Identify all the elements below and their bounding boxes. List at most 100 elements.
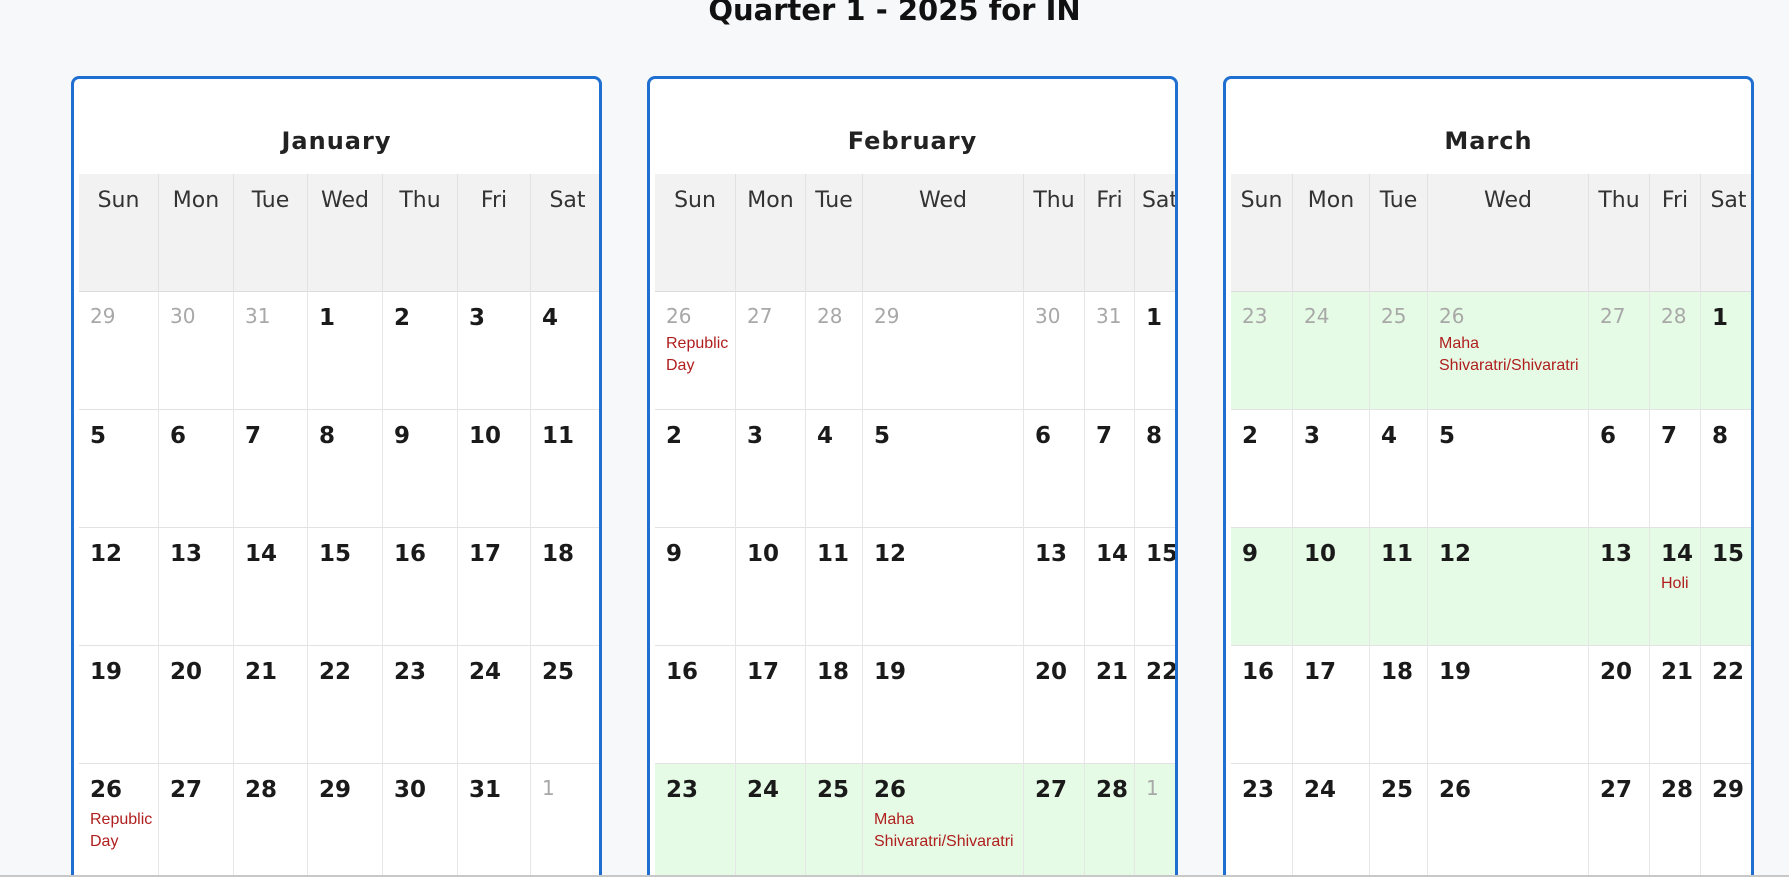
day-cell[interactable]: 28 <box>1085 764 1135 877</box>
day-cell[interactable]: 27 <box>1589 292 1650 410</box>
day-cell[interactable]: 25 <box>1370 764 1428 877</box>
day-cell[interactable]: 30 <box>1024 292 1085 410</box>
day-cell[interactable]: 1 <box>1135 292 1175 410</box>
day-cell[interactable]: 11 <box>531 410 599 528</box>
day-cell[interactable]: 23 <box>1231 764 1293 877</box>
day-cell[interactable]: 25 <box>1370 292 1428 410</box>
day-cell[interactable]: 24 <box>1293 292 1370 410</box>
day-cell[interactable]: 3 <box>736 410 806 528</box>
day-cell[interactable]: 19 <box>1428 646 1589 764</box>
day-cell[interactable]: 28 <box>806 292 863 410</box>
day-cell[interactable]: 21 <box>1085 646 1135 764</box>
day-cell[interactable]: 19 <box>79 646 159 764</box>
day-cell[interactable]: 12 <box>863 528 1024 646</box>
day-cell[interactable]: 5 <box>1428 410 1589 528</box>
day-cell[interactable]: 25 <box>531 646 599 764</box>
day-cell[interactable]: 26 Republic Day <box>655 292 736 410</box>
day-cell[interactable]: 24 <box>1293 764 1370 877</box>
day-cell[interactable]: 27 <box>736 292 806 410</box>
day-cell[interactable]: 14 Holi <box>1650 528 1701 646</box>
day-cell[interactable]: 5 <box>863 410 1024 528</box>
day-cell[interactable]: 30 <box>159 292 234 410</box>
day-cell[interactable]: 2 <box>1231 410 1293 528</box>
day-cell[interactable]: 27 <box>1024 764 1085 877</box>
day-cell[interactable]: 3 <box>1293 410 1370 528</box>
day-cell[interactable]: 23 <box>383 646 458 764</box>
day-cell[interactable]: 10 <box>458 410 531 528</box>
day-cell[interactable]: 6 <box>159 410 234 528</box>
day-cell[interactable]: 23 <box>655 764 736 877</box>
day-cell[interactable]: 2 <box>655 410 736 528</box>
day-cell[interactable]: 14 <box>1085 528 1135 646</box>
day-cell[interactable]: 15 <box>1701 528 1751 646</box>
day-cell[interactable]: 21 <box>234 646 308 764</box>
day-cell[interactable]: 18 <box>531 528 599 646</box>
day-cell[interactable]: 27 <box>1589 764 1650 877</box>
day-cell[interactable]: 8 <box>1135 410 1175 528</box>
day-cell[interactable]: 31 <box>458 764 531 877</box>
day-cell[interactable]: 9 <box>383 410 458 528</box>
day-cell[interactable]: 1 <box>308 292 383 410</box>
day-cell[interactable]: 3 <box>458 292 531 410</box>
day-cell[interactable]: 20 <box>1589 646 1650 764</box>
day-cell[interactable]: 29 <box>1701 764 1751 877</box>
day-cell[interactable]: 8 <box>1701 410 1751 528</box>
day-cell[interactable]: 19 <box>863 646 1024 764</box>
day-cell[interactable]: 17 <box>1293 646 1370 764</box>
day-cell[interactable]: 23 <box>1231 292 1293 410</box>
day-cell[interactable]: 13 <box>1589 528 1650 646</box>
day-cell[interactable]: 7 <box>234 410 308 528</box>
day-cell[interactable]: 9 <box>1231 528 1293 646</box>
day-cell[interactable]: 1 <box>1701 292 1751 410</box>
day-cell[interactable]: 11 <box>806 528 863 646</box>
day-cell[interactable]: 7 <box>1085 410 1135 528</box>
day-cell[interactable]: 26 Maha Shivaratri/Shivaratri <box>1428 292 1589 410</box>
day-cell[interactable]: 17 <box>458 528 531 646</box>
day-cell[interactable]: 16 <box>383 528 458 646</box>
day-cell[interactable]: 14 <box>234 528 308 646</box>
day-cell[interactable]: 26 Republic Day <box>79 764 159 877</box>
day-cell[interactable]: 20 <box>159 646 234 764</box>
day-cell[interactable]: 20 <box>1024 646 1085 764</box>
day-cell[interactable]: 1 <box>1135 764 1175 877</box>
day-cell[interactable]: 10 <box>736 528 806 646</box>
day-cell[interactable]: 29 <box>308 764 383 877</box>
day-cell[interactable]: 6 <box>1024 410 1085 528</box>
day-cell[interactable]: 26 <box>1428 764 1589 877</box>
day-cell[interactable]: 12 <box>79 528 159 646</box>
day-cell[interactable]: 18 <box>806 646 863 764</box>
day-cell[interactable]: 16 <box>655 646 736 764</box>
day-cell[interactable]: 29 <box>863 292 1024 410</box>
day-cell[interactable]: 4 <box>1370 410 1428 528</box>
day-cell[interactable]: 13 <box>1024 528 1085 646</box>
day-cell[interactable]: 28 <box>1650 292 1701 410</box>
day-cell[interactable]: 8 <box>308 410 383 528</box>
day-cell[interactable]: 28 <box>1650 764 1701 877</box>
day-cell[interactable]: 24 <box>458 646 531 764</box>
day-cell[interactable]: 25 <box>806 764 863 877</box>
day-cell[interactable]: 9 <box>655 528 736 646</box>
day-cell[interactable]: 21 <box>1650 646 1701 764</box>
day-cell[interactable]: 17 <box>736 646 806 764</box>
day-cell[interactable]: 4 <box>806 410 863 528</box>
day-cell[interactable]: 15 <box>1135 528 1175 646</box>
day-cell[interactable]: 27 <box>159 764 234 877</box>
day-cell[interactable]: 22 <box>308 646 383 764</box>
day-cell[interactable]: 31 <box>234 292 308 410</box>
day-cell[interactable]: 13 <box>159 528 234 646</box>
day-cell[interactable]: 6 <box>1589 410 1650 528</box>
day-cell[interactable]: 5 <box>79 410 159 528</box>
day-cell[interactable]: 26 Maha Shivaratri/Shivaratri <box>863 764 1024 877</box>
day-cell[interactable]: 15 <box>308 528 383 646</box>
day-cell[interactable]: 22 <box>1135 646 1175 764</box>
day-cell[interactable]: 31 <box>1085 292 1135 410</box>
day-cell[interactable]: 10 <box>1293 528 1370 646</box>
day-cell[interactable]: 24 <box>736 764 806 877</box>
day-cell[interactable]: 22 <box>1701 646 1751 764</box>
day-cell[interactable]: 16 <box>1231 646 1293 764</box>
day-cell[interactable]: 7 <box>1650 410 1701 528</box>
day-cell[interactable]: 18 <box>1370 646 1428 764</box>
day-cell[interactable]: 11 <box>1370 528 1428 646</box>
day-cell[interactable]: 28 <box>234 764 308 877</box>
day-cell[interactable]: 1 <box>531 764 599 877</box>
